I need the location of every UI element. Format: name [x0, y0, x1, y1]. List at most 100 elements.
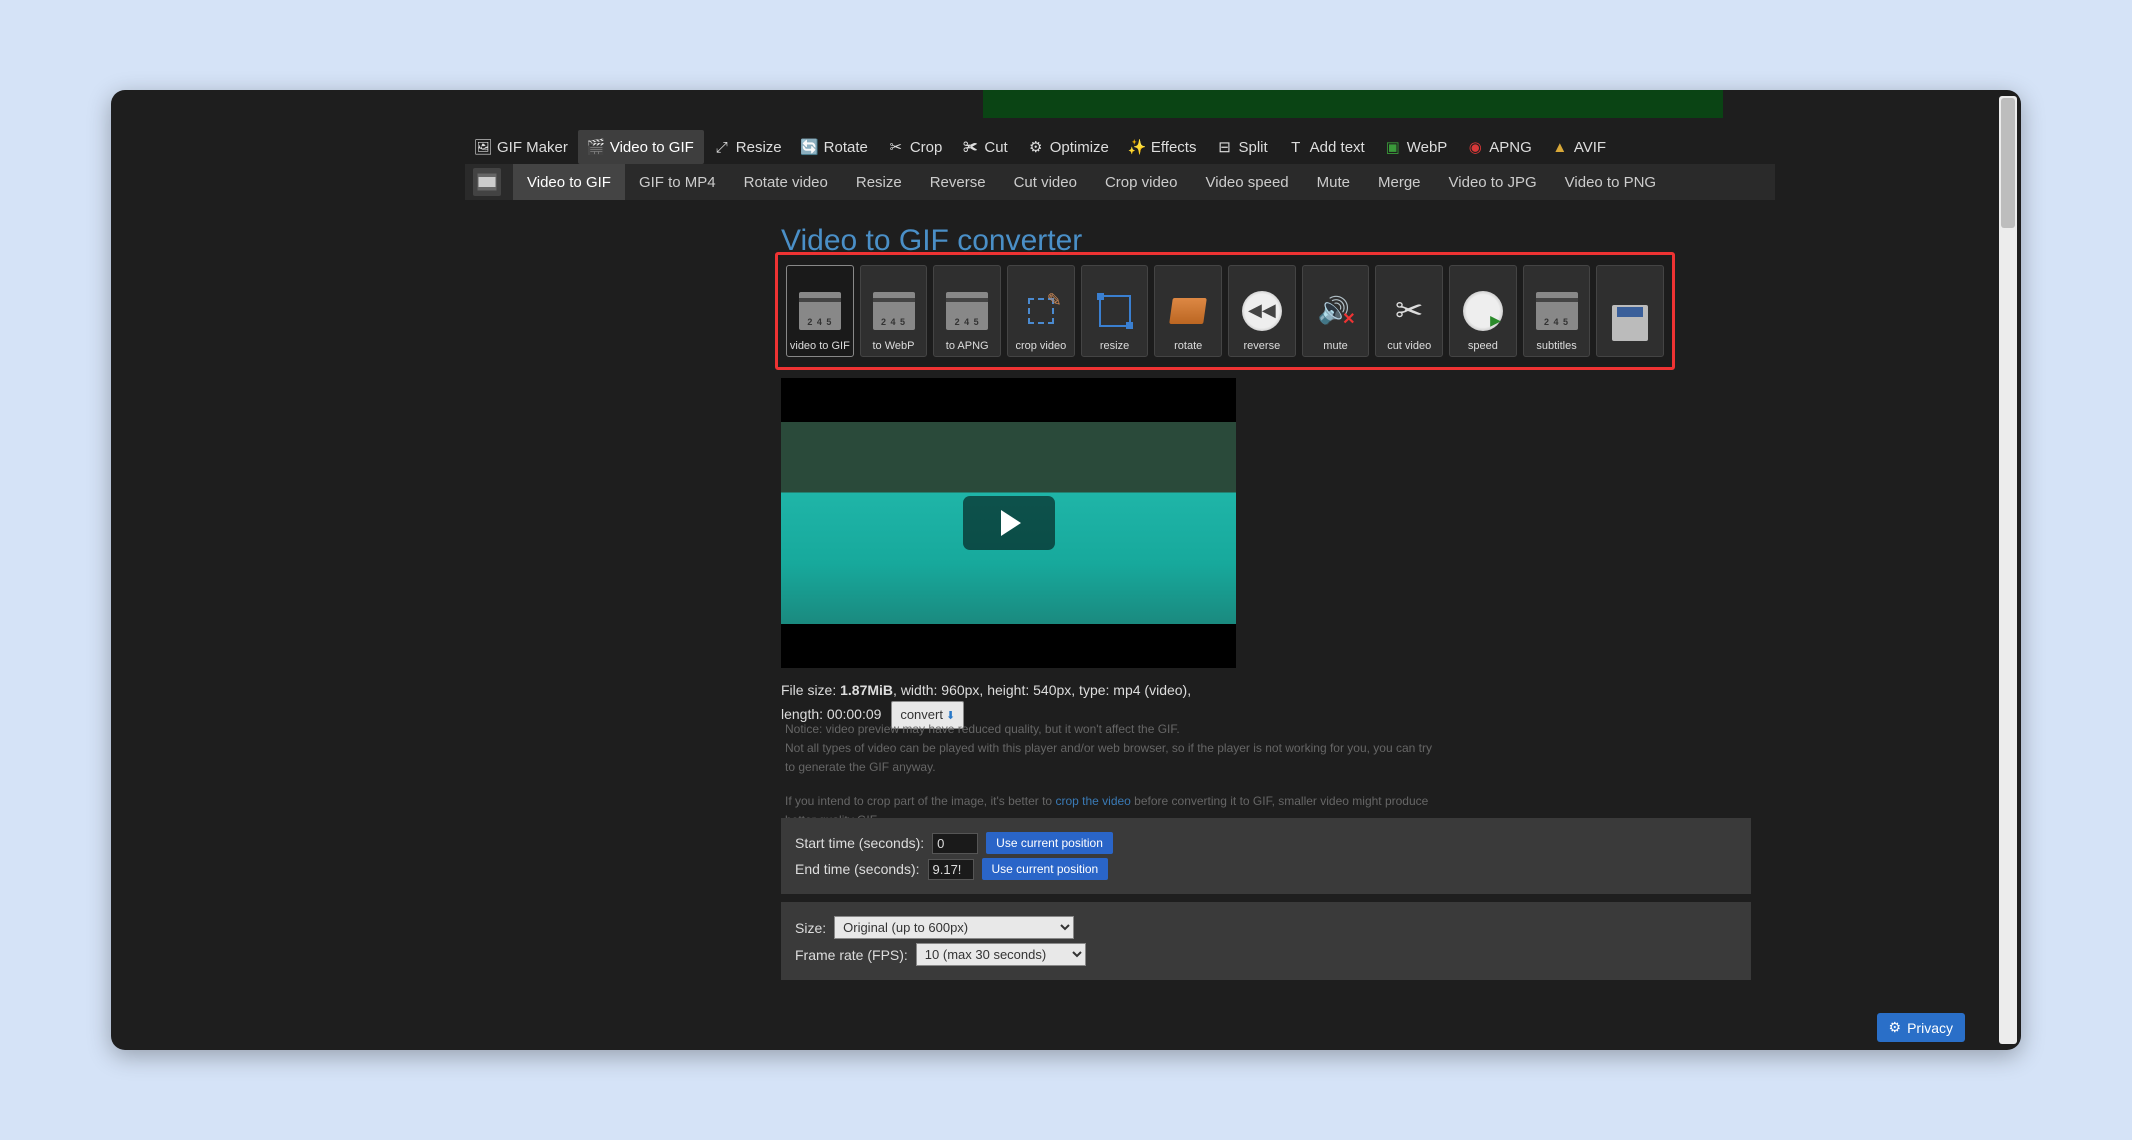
page-content: 🖼GIF Maker🎬Video to GIF⤢Resize🔄Rotate✂Cr…	[125, 90, 1997, 1050]
effects-icon: ✨	[1129, 139, 1145, 155]
nav-tab-label: WebP	[1407, 139, 1448, 156]
subnav-video-to-jpg[interactable]: Video to JPG	[1435, 164, 1551, 200]
file-size-value: 1.87MiB	[840, 682, 893, 698]
tool-label: subtitles	[1536, 340, 1576, 352]
tool-mute[interactable]: mute	[1302, 265, 1370, 357]
rotate-icon: 🔄	[802, 139, 818, 155]
avif-icon: ▲	[1552, 139, 1568, 155]
nav-tab-add-text[interactable]: T Add text	[1278, 130, 1375, 164]
tool-crop-video[interactable]: crop video	[1007, 265, 1075, 357]
secondary-nav: Video to GIFGIF to MP4Rotate videoResize…	[465, 164, 1775, 200]
film-icon	[473, 168, 501, 196]
gif-maker-icon: 🖼	[475, 139, 491, 155]
tool-label: crop video	[1015, 340, 1066, 352]
tool-icon: ✂	[1386, 288, 1432, 334]
resize-icon: ⤢	[714, 139, 730, 155]
optimize-icon: ⚙	[1028, 139, 1044, 155]
tool-video-to-gif[interactable]: 2 4 5video to GIF	[786, 265, 854, 357]
subnav-crop-video[interactable]: Crop video	[1091, 164, 1192, 200]
play-button[interactable]	[963, 496, 1055, 550]
video-section: File size: 1.87MiB, width: 960px, height…	[781, 378, 1236, 729]
tool-icon	[1460, 288, 1506, 334]
nav-tab-gif-maker[interactable]: 🖼 GIF Maker	[465, 130, 578, 164]
tool-reverse[interactable]: ◀◀ reverse	[1228, 265, 1296, 357]
nav-tab-label: Add text	[1310, 139, 1365, 156]
subnav-video-speed[interactable]: Video speed	[1192, 164, 1303, 200]
subnav-mute[interactable]: Mute	[1303, 164, 1364, 200]
tool-to-apng[interactable]: 2 4 5 to APNG	[933, 265, 1001, 357]
subnav-video-to-gif[interactable]: Video to GIF	[513, 164, 625, 200]
tool-label: reverse	[1244, 340, 1281, 352]
subnav-cut-video[interactable]: Cut video	[1000, 164, 1091, 200]
subnav-merge[interactable]: Merge	[1364, 164, 1435, 200]
scrollbar-thumb[interactable]	[2001, 98, 2015, 228]
tool-to-webp[interactable]: 2 4 5to WebP	[860, 265, 928, 357]
tool-resize[interactable]: resize	[1081, 265, 1149, 357]
nav-tab-label: GIF Maker	[497, 139, 568, 156]
nav-tab-label: Video to GIF	[610, 139, 694, 156]
tool-icon: 2 4 5	[944, 288, 990, 334]
tool-icon: 2 4 5	[1534, 288, 1580, 334]
start-time-input[interactable]	[932, 833, 978, 854]
tool-save[interactable]	[1596, 265, 1664, 357]
tool-label: resize	[1100, 340, 1129, 352]
nav-tab-avif[interactable]: ▲AVIF	[1542, 130, 1616, 164]
nav-tab-video-to-gif[interactable]: 🎬 Video to GIF	[578, 130, 704, 164]
end-time-label: End time (seconds):	[795, 861, 920, 877]
tool-icon	[1018, 288, 1064, 334]
notice-line-2: Not all types of video can be played wit…	[785, 739, 1435, 777]
nav-tab-optimize[interactable]: ⚙ Optimize	[1018, 130, 1119, 164]
tool-icon	[1607, 300, 1653, 346]
nav-tab-effects[interactable]: ✨ Effects	[1119, 130, 1207, 164]
fps-select[interactable]: 10 (max 30 seconds)	[916, 943, 1086, 966]
tool-icon: 2 4 5	[797, 288, 843, 334]
subnav-reverse[interactable]: Reverse	[916, 164, 1000, 200]
nav-tab-label: Split	[1238, 139, 1267, 156]
video-to-gif-icon: 🎬	[588, 139, 604, 155]
file-size-prefix: File size:	[781, 682, 840, 698]
cut-icon: ✀	[962, 139, 978, 155]
crop-video-link[interactable]: crop the video	[1055, 794, 1130, 808]
nav-tab-crop[interactable]: ✂Crop	[878, 130, 953, 164]
end-use-current-button[interactable]: Use current position	[982, 858, 1109, 880]
nav-tab-webp[interactable]: ▣WebP	[1375, 130, 1458, 164]
tool-label: to WebP	[873, 340, 915, 352]
subnav-resize[interactable]: Resize	[842, 164, 916, 200]
crop-icon: ✂	[888, 139, 904, 155]
browser-window: 🖼GIF Maker🎬Video to GIF⤢Resize🔄Rotate✂Cr…	[111, 90, 2021, 1050]
subnav-video-to-png[interactable]: Video to PNG	[1551, 164, 1670, 200]
nav-tab-label: Optimize	[1050, 139, 1109, 156]
notice-text: Notice: video preview may have reduced q…	[785, 720, 1435, 830]
vertical-scrollbar[interactable]	[1999, 96, 2017, 1044]
apng-icon: ◉	[1467, 139, 1483, 155]
subnav-gif-to-mp4[interactable]: GIF to MP4	[625, 164, 730, 200]
add-text-icon: T	[1288, 139, 1304, 155]
time-panel: Start time (seconds): Use current positi…	[781, 818, 1751, 894]
nav-tab-rotate[interactable]: 🔄 Rotate	[792, 130, 878, 164]
tool-subtitles[interactable]: 2 4 5 subtitles	[1523, 265, 1591, 357]
nav-tab-label: Resize	[736, 139, 782, 156]
privacy-label: Privacy	[1907, 1020, 1953, 1036]
tool-icon: ◀◀	[1239, 288, 1285, 334]
subnav-rotate-video[interactable]: Rotate video	[730, 164, 842, 200]
tool-label: cut video	[1387, 340, 1431, 352]
tool-label: to APNG	[946, 340, 989, 352]
privacy-button[interactable]: ⚙ Privacy	[1877, 1013, 1965, 1042]
nav-tab-split[interactable]: ⊟Split	[1206, 130, 1277, 164]
nav-tab-label: APNG	[1489, 139, 1532, 156]
tool-icon	[1313, 288, 1359, 334]
gear-icon: ⚙	[1889, 1019, 1902, 1036]
nav-tab-label: Rotate	[824, 139, 868, 156]
start-use-current-button[interactable]: Use current position	[986, 832, 1113, 854]
nav-tab-resize[interactable]: ⤢ Resize	[704, 130, 792, 164]
video-player[interactable]	[781, 378, 1236, 668]
tool-speed[interactable]: speed	[1449, 265, 1517, 357]
tool-cut-video[interactable]: ✂ cut video	[1375, 265, 1443, 357]
tool-label: speed	[1468, 340, 1498, 352]
tool-rotate[interactable]: rotate	[1154, 265, 1222, 357]
nav-tab-label: Effects	[1151, 139, 1197, 156]
nav-tab-apng[interactable]: ◉ APNG	[1457, 130, 1542, 164]
nav-tab-cut[interactable]: ✀Cut	[952, 130, 1017, 164]
end-time-input[interactable]	[928, 859, 974, 880]
size-select[interactable]: Original (up to 600px)	[834, 916, 1074, 939]
